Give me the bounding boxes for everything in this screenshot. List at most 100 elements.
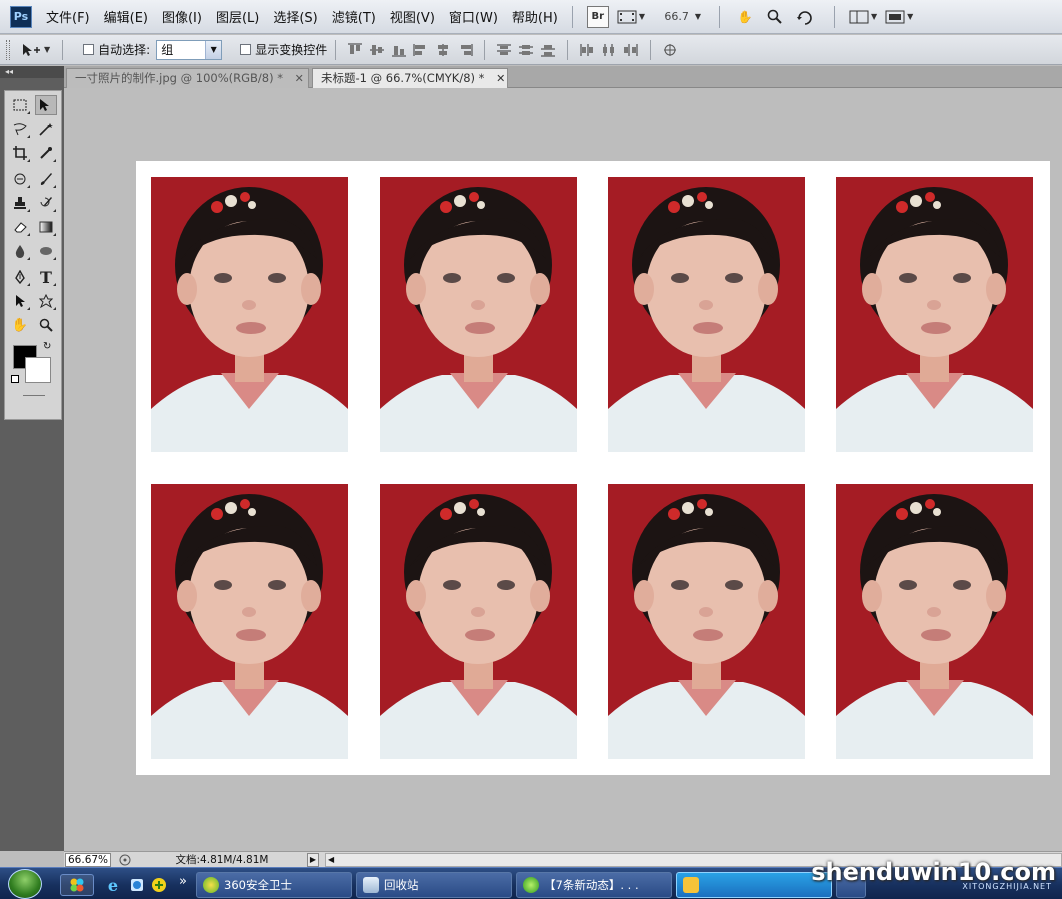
chevron-down-icon: ▼: [907, 12, 914, 21]
move-tool-preset-icon[interactable]: ▼: [20, 39, 50, 61]
eyedropper-icon[interactable]: [35, 143, 57, 163]
history-brush-icon[interactable]: [35, 193, 57, 213]
swap-colors-icon[interactable]: ↻: [43, 341, 51, 352]
distribute-vcenter-icon[interactable]: [517, 42, 535, 58]
menu-edit[interactable]: 编辑(E): [104, 7, 148, 26]
gradient-tool-icon[interactable]: [35, 217, 57, 237]
360-icon[interactable]: [148, 874, 170, 896]
dodge-tool-icon[interactable]: [35, 241, 57, 261]
status-info-icon[interactable]: [117, 853, 133, 867]
browser-icon[interactable]: [126, 874, 148, 896]
chevron-down-icon[interactable]: ▼: [205, 40, 222, 59]
distribute-left-icon[interactable]: [578, 42, 596, 58]
bridge-button[interactable]: Br: [586, 5, 609, 28]
menu-divider: [571, 5, 573, 28]
document-tab[interactable]: 一寸照片的制作.jpg @ 100%(RGB/8) * ✕: [66, 68, 309, 88]
arrange-documents-icon[interactable]: ▼: [849, 6, 877, 28]
move-tool-icon[interactable]: [35, 95, 57, 115]
lasso-tool-icon[interactable]: [9, 119, 31, 139]
close-icon[interactable]: ✕: [496, 72, 505, 85]
chevron-down-icon: ▼: [870, 12, 878, 21]
start-button[interactable]: [8, 869, 42, 899]
options-grip[interactable]: [6, 39, 10, 60]
taskbar-button-recycle-bin[interactable]: 回收站: [356, 872, 512, 898]
marquee-tool-icon[interactable]: [9, 95, 31, 115]
passport-photo: [151, 177, 348, 452]
zoom-tool-icon[interactable]: [35, 315, 57, 335]
close-icon[interactable]: ✕: [295, 72, 304, 85]
film-strip-icon[interactable]: ▼: [617, 6, 645, 28]
document-canvas[interactable]: [136, 161, 1050, 775]
healing-brush-icon[interactable]: [9, 169, 31, 189]
magic-wand-icon[interactable]: [35, 119, 57, 139]
auto-select-label: 自动选择:: [98, 43, 151, 57]
ie-browser-icon[interactable]: e: [102, 874, 124, 896]
options-divider: [62, 39, 64, 60]
zoom-value: 66.7: [664, 10, 689, 23]
hand-tool-icon[interactable]: ✋: [9, 315, 31, 335]
photoshop-logo[interactable]: Ps: [10, 5, 32, 28]
align-right-icon[interactable]: [456, 42, 474, 58]
menu-image[interactable]: 图像(I): [162, 7, 202, 26]
zoom-field[interactable]: 66.67%: [65, 852, 111, 867]
toolbox-header[interactable]: ◂◂: [0, 66, 64, 78]
hand-icon[interactable]: ✋: [734, 6, 756, 28]
distribute-hcenter-icon[interactable]: [600, 42, 618, 58]
checkbox-box[interactable]: [83, 44, 95, 55]
background-color-swatch[interactable]: [25, 357, 51, 383]
distribute-top-icon[interactable]: [495, 42, 513, 58]
align-vcenter-icon[interactable]: [368, 42, 386, 58]
360-news-icon: [523, 877, 539, 893]
auto-select-checkbox[interactable]: 自动选择:: [83, 41, 150, 58]
rotate-view-icon[interactable]: [794, 6, 816, 28]
align-bottom-icon[interactable]: [390, 42, 408, 58]
status-menu-arrow[interactable]: ▶: [307, 852, 319, 867]
taskbar-button-active[interactable]: [676, 872, 832, 898]
align-hcenter-icon[interactable]: [434, 42, 452, 58]
blur-tool-icon[interactable]: [9, 241, 31, 261]
brush-tool-icon[interactable]: [35, 169, 57, 189]
taskbar-button-news[interactable]: 【7条新动态】. . .: [516, 872, 672, 898]
menu-help[interactable]: 帮助(H): [512, 7, 558, 26]
quick-mask-divider: [23, 395, 45, 396]
passport-photo: [380, 484, 577, 759]
pen-tool-icon[interactable]: [9, 267, 31, 287]
zoom-select[interactable]: 66.7 ▼: [653, 6, 701, 28]
checkbox-box[interactable]: [240, 44, 252, 55]
document-tab-active[interactable]: 未标题-1 @ 66.7%(CMYK/8) * ✕: [312, 68, 508, 88]
distribute-bottom-icon[interactable]: [539, 42, 557, 58]
align-top-icon[interactable]: [346, 42, 364, 58]
tab-label: 未标题-1 @ 66.7%(CMYK/8) *: [321, 71, 485, 85]
custom-shape-icon[interactable]: [35, 291, 57, 311]
show-transform-label: 显示变换控件: [255, 43, 328, 57]
options-bar: ▼ 自动选择: 组 ▼ 显示变换控件: [0, 35, 1062, 65]
menu-view[interactable]: 视图(V): [390, 7, 435, 26]
show-desktop-icon[interactable]: [60, 874, 94, 896]
auto-select-dropdown[interactable]: 组 ▼: [156, 39, 223, 60]
type-tool-icon[interactable]: T: [35, 267, 57, 287]
menu-window[interactable]: 窗口(W): [449, 7, 498, 26]
magnify-icon[interactable]: [764, 6, 786, 28]
document-tab-bar: 一寸照片的制作.jpg @ 100%(RGB/8) * ✕ 未标题-1 @ 66…: [64, 66, 1062, 88]
document-size-info: 文档:4.81M/4.81M: [175, 854, 269, 866]
crop-tool-icon[interactable]: [9, 143, 31, 163]
quick-launch-overflow[interactable]: »: [172, 870, 194, 892]
menu-layer[interactable]: 图层(L): [216, 7, 259, 26]
menu-filter[interactable]: 滤镜(T): [332, 7, 376, 26]
scroll-left-icon[interactable]: ◀: [328, 854, 334, 866]
taskbar-button-360[interactable]: 360安全卫士: [196, 872, 352, 898]
recycle-bin-icon: [363, 877, 379, 893]
default-colors-icon[interactable]: [11, 375, 19, 383]
path-selection-icon[interactable]: [9, 291, 31, 311]
menu-select[interactable]: 选择(S): [273, 7, 317, 26]
clone-stamp-icon[interactable]: [9, 193, 31, 213]
align-left-icon[interactable]: [412, 42, 430, 58]
show-transform-checkbox[interactable]: 显示变换控件: [240, 41, 327, 58]
menu-divider: [833, 5, 835, 28]
menu-file[interactable]: 文件(F): [46, 7, 90, 26]
eraser-icon[interactable]: [9, 217, 31, 237]
workspace[interactable]: [64, 89, 1062, 851]
distribute-right-icon[interactable]: [622, 42, 640, 58]
screen-mode-icon[interactable]: ▼: [885, 6, 913, 28]
auto-align-layers-icon[interactable]: [661, 42, 679, 58]
